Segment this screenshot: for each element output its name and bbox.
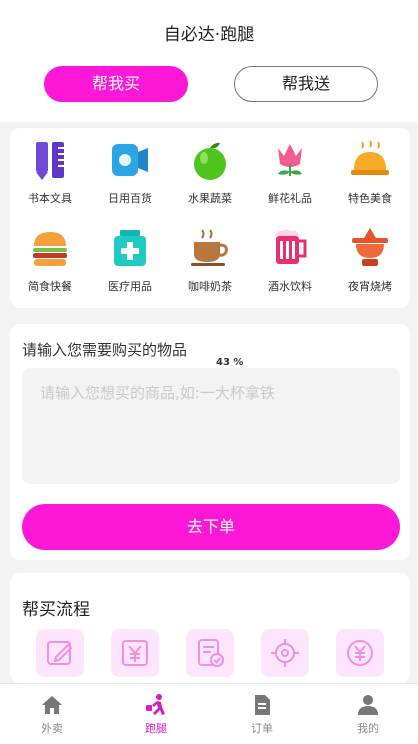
category-stationery[interactable]: 书本文具 xyxy=(10,138,90,206)
category-daily[interactable]: 日用百货 xyxy=(90,138,170,206)
flow-step xyxy=(186,629,234,677)
help-send-button[interactable]: 帮我送 xyxy=(234,66,378,102)
category-label: 医疗用品 xyxy=(108,280,152,293)
home-icon xyxy=(40,693,64,717)
category-coffee-tea[interactable]: 咖啡奶茶 xyxy=(170,226,250,294)
bottom-tab-bar: 外卖 跑腿 订单 我的 xyxy=(0,683,418,744)
category-fruit[interactable]: 水果蔬菜 xyxy=(170,138,250,206)
flow-step xyxy=(261,629,309,677)
flow-step xyxy=(36,629,84,677)
category-fast-food[interactable]: 简食快餐 xyxy=(10,226,90,294)
flow-step xyxy=(336,629,384,677)
tab-label: 外卖 xyxy=(41,722,63,735)
apple-icon xyxy=(188,138,232,182)
tab-takeout[interactable]: 外卖 xyxy=(0,684,104,744)
category-label: 酒水饮料 xyxy=(268,280,312,293)
help-buy-button[interactable]: 帮我买 xyxy=(44,66,188,102)
category-grid: 书本文具 日用百货 水果蔬菜 鲜花礼品 特色美食 简食快餐 医疗用品 咖啡奶茶 … xyxy=(10,128,410,308)
order-input-label: 请输入您需要购买的物品 xyxy=(22,341,188,359)
place-order-button[interactable]: 去下单 xyxy=(22,504,400,550)
flow-step xyxy=(111,629,159,677)
category-label: 夜宵烧烤 xyxy=(348,280,392,293)
tab-label: 跑腿 xyxy=(145,722,167,735)
tab-orders[interactable]: 订单 xyxy=(210,684,314,744)
category-flowers[interactable]: 鲜花礼品 xyxy=(250,138,330,206)
tab-label: 我的 xyxy=(357,722,379,735)
tab-errand[interactable]: 跑腿 xyxy=(104,684,208,744)
order-doc-icon xyxy=(250,693,274,717)
hotpot-icon xyxy=(348,226,392,270)
category-label: 日用百货 xyxy=(108,192,152,205)
category-drinks[interactable]: 酒水饮料 xyxy=(250,226,330,294)
category-label: 水果蔬菜 xyxy=(188,192,232,205)
tab-label: 订单 xyxy=(251,722,273,735)
beer-mug-icon xyxy=(268,226,312,270)
coffee-cup-icon xyxy=(188,226,232,270)
burger-icon xyxy=(28,226,72,270)
locate-target-icon xyxy=(271,639,299,667)
header: 自必达·跑腿 帮我买 帮我送 xyxy=(0,0,418,122)
category-late-night-bbq[interactable]: 夜宵烧烤 xyxy=(330,226,410,294)
progress-indicator: 43 % xyxy=(216,357,244,368)
edit-icon xyxy=(47,641,73,665)
item-description-input[interactable] xyxy=(22,368,400,484)
runner-icon xyxy=(144,693,168,717)
page-title: 自必达·跑腿 xyxy=(163,25,255,45)
category-label: 特色美食 xyxy=(348,192,392,205)
category-label: 咖啡奶茶 xyxy=(188,280,232,293)
medicine-box-icon xyxy=(108,226,152,270)
tissue-roll-icon xyxy=(108,138,152,182)
category-label: 鲜花礼品 xyxy=(268,192,312,205)
user-icon xyxy=(356,693,380,717)
category-label: 书本文具 xyxy=(28,192,72,205)
stationery-icon xyxy=(28,138,72,182)
category-label: 简食快餐 xyxy=(28,280,72,293)
category-medical[interactable]: 医疗用品 xyxy=(90,226,170,294)
yuan-coin-icon xyxy=(347,640,373,666)
food-cloche-icon xyxy=(348,138,392,182)
order-input-card: 请输入您需要购买的物品 43 % 去下单 xyxy=(10,324,410,560)
buy-flow-title: 帮买流程 xyxy=(22,600,90,620)
order-check-icon xyxy=(198,639,224,667)
yuan-payment-icon xyxy=(122,640,148,666)
flower-icon xyxy=(268,138,312,182)
buy-flow-card: 帮买流程 xyxy=(10,573,410,683)
category-specialty-food[interactable]: 特色美食 xyxy=(330,138,410,206)
tab-mine[interactable]: 我的 xyxy=(316,684,418,744)
